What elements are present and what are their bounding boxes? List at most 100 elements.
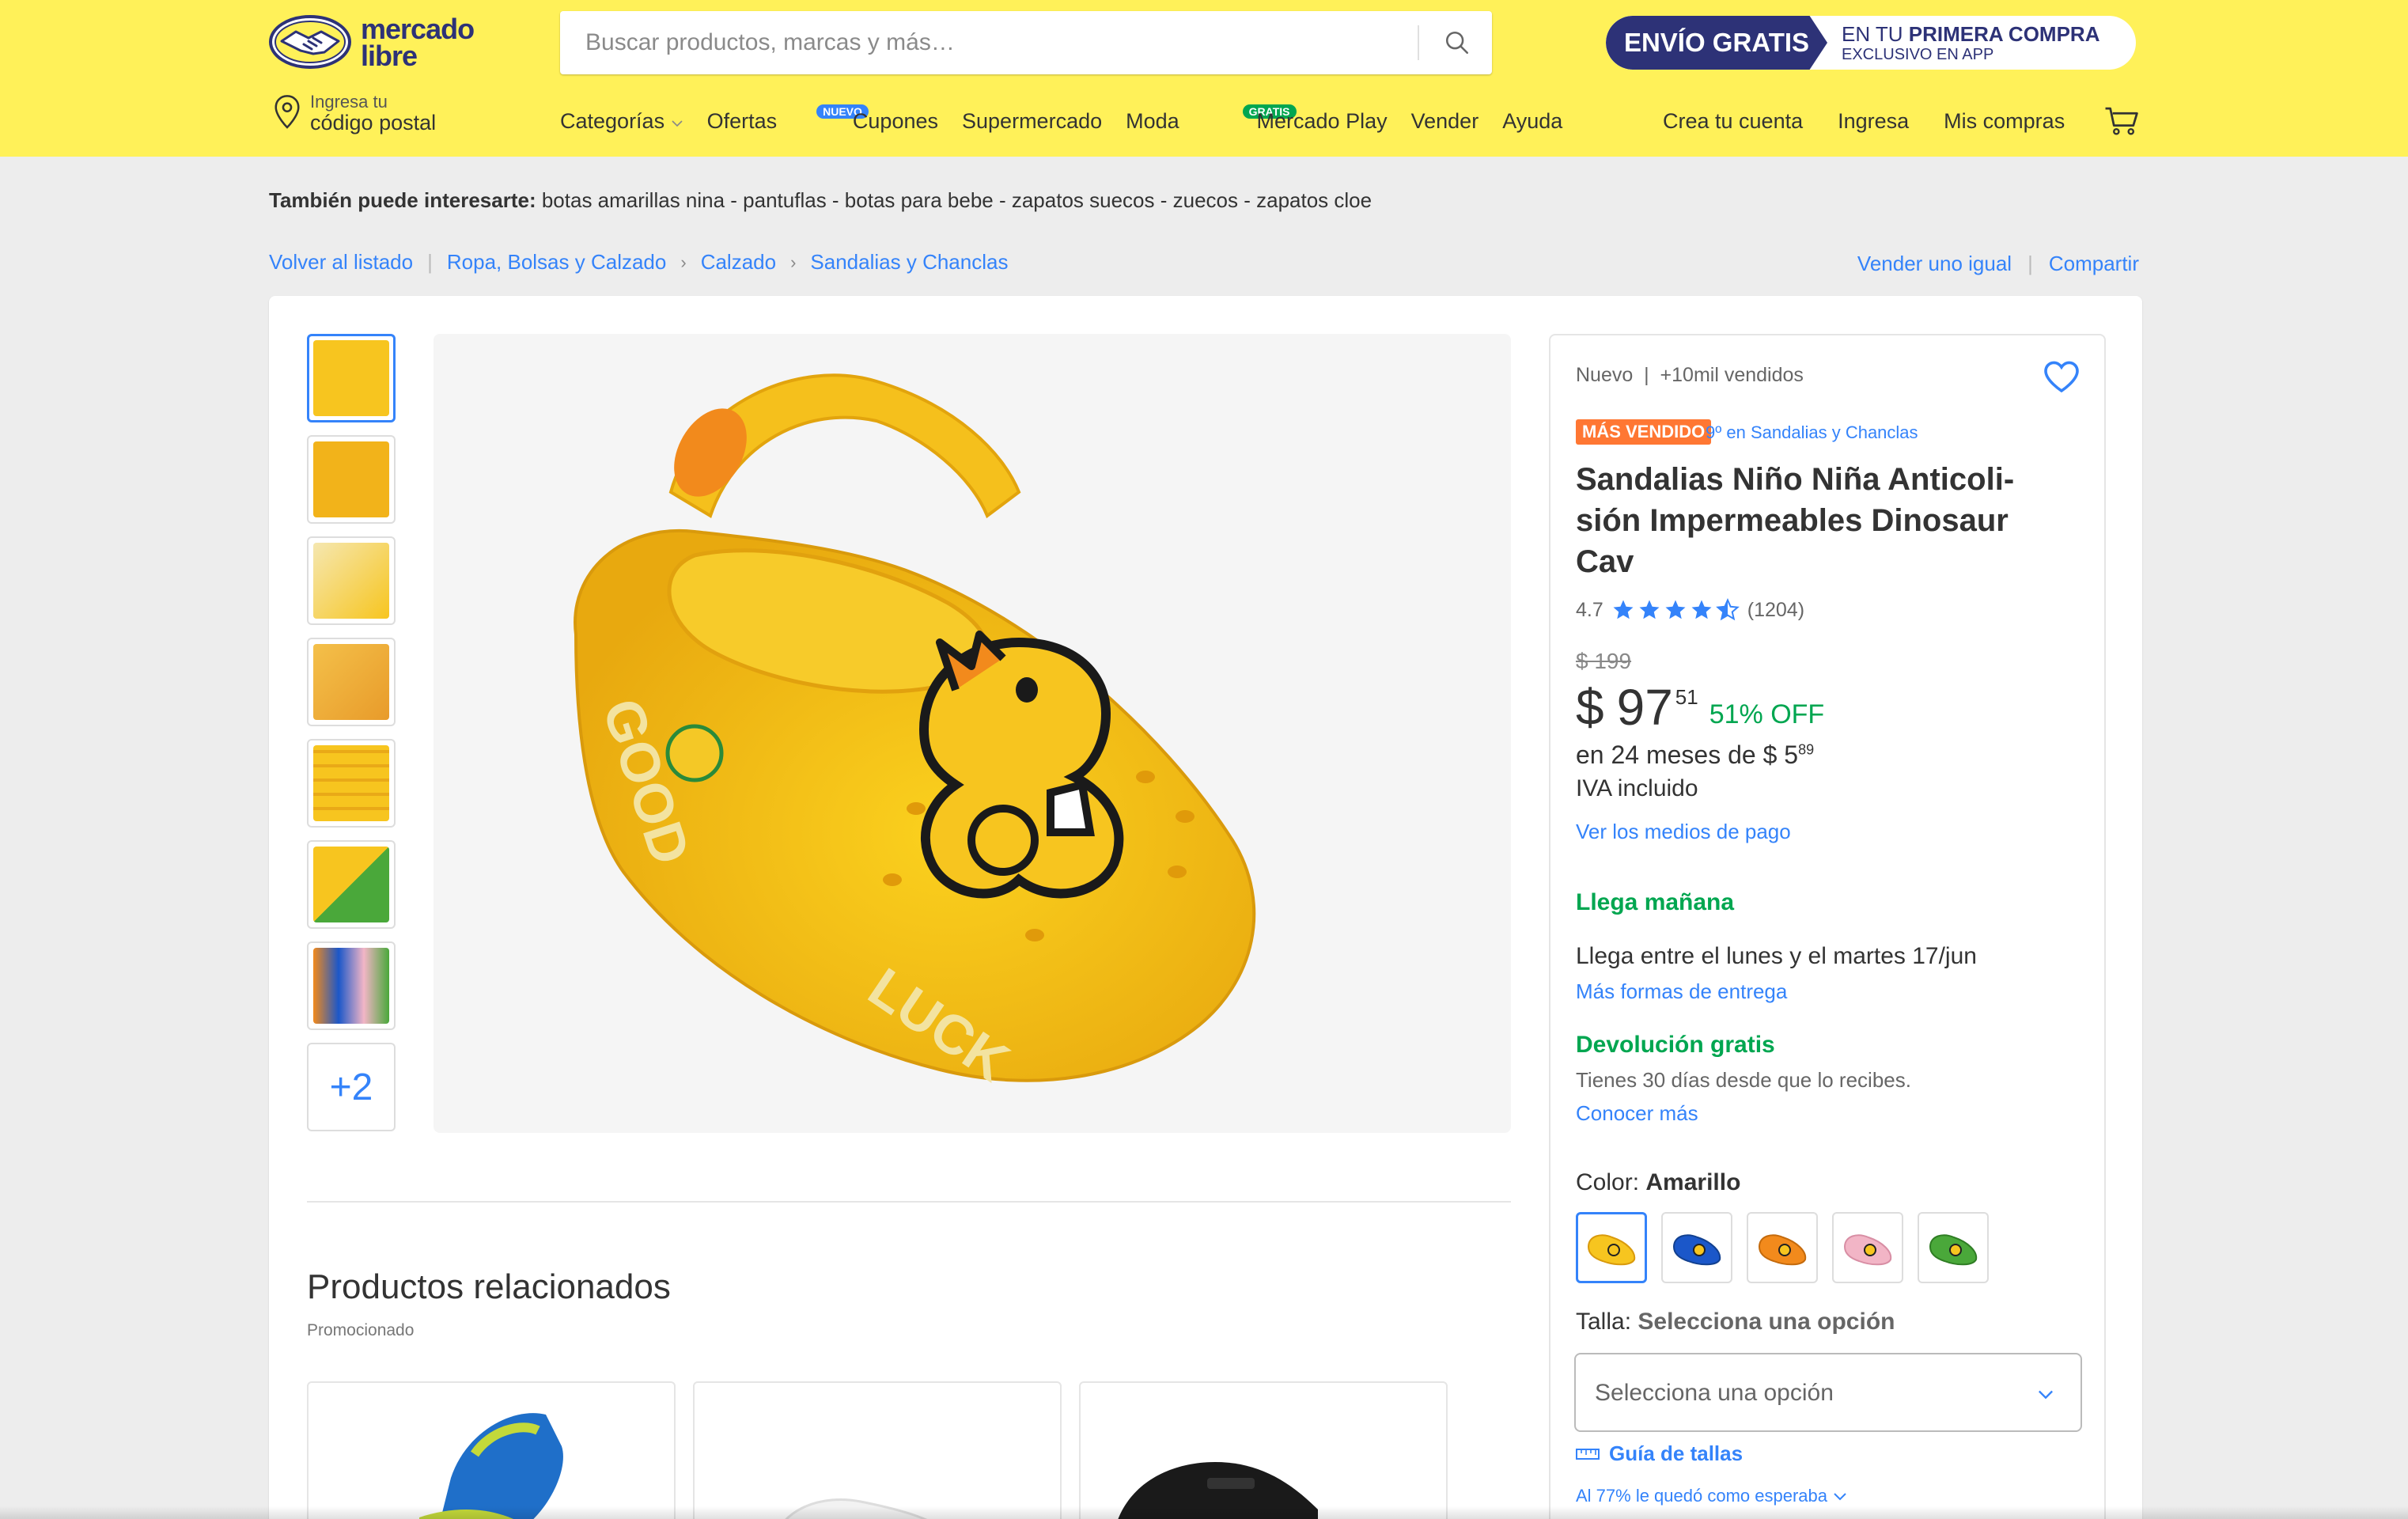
thumbnail[interactable]	[307, 435, 396, 524]
related-product-image	[419, 1413, 563, 1519]
original-price: $ 199	[1576, 649, 1632, 673]
thumbnail[interactable]	[307, 840, 396, 929]
nav-ayuda[interactable]: Ayuda	[1502, 109, 1562, 141]
product-rating[interactable]: 4.7 (1204)	[1576, 598, 1804, 622]
color-swatch-verde[interactable]	[1918, 1212, 1989, 1283]
size-guide-link[interactable]: Guía de tallas	[1576, 1441, 1743, 1466]
thumbnail-image	[313, 948, 389, 1024]
promo-line-1: EN TU PRIMERA COMPRA	[1842, 22, 2100, 46]
location-pin-icon	[274, 95, 300, 129]
mercadolibre-logo[interactable]: mercado libre	[269, 14, 498, 71]
share-link[interactable]: Compartir	[2049, 252, 2139, 276]
thumbnail[interactable]	[307, 638, 396, 726]
color-swatch-rosa[interactable]	[1832, 1212, 1903, 1283]
search-bar	[560, 11, 1492, 74]
breadcrumb-divider: |	[2027, 252, 2033, 275]
nav-moda[interactable]: Moda	[1126, 109, 1179, 141]
price-currency: $	[1576, 679, 1604, 736]
related-searches-items[interactable]: botas amarillas nina - pantuflas - botas…	[542, 188, 1372, 212]
search-input[interactable]	[585, 11, 1408, 74]
color-swatch-azul[interactable]	[1661, 1212, 1732, 1283]
size-label: Talla: Selecciona una opción	[1576, 1309, 1895, 1335]
current-price: $ 97 51 51% OFF	[1576, 677, 1824, 737]
related-searches: También puede interesarte: botas amarill…	[269, 188, 1372, 213]
postal-code-line-1: Ingresa tu	[310, 92, 388, 112]
delivery-text: Llega entre el lunes y el martes 17/jun	[1576, 943, 1977, 969]
chevron-right-icon: ›	[790, 252, 797, 272]
swatch-clog-image	[1929, 1234, 1978, 1266]
more-delivery-options-link[interactable]: Más formas de entrega	[1576, 979, 1787, 1004]
login-link[interactable]: Ingresa	[1838, 109, 1909, 134]
main-product-image[interactable]: GOOD LUCK	[434, 334, 1511, 1133]
rating-stars	[1611, 598, 1740, 622]
nav-cupones[interactable]: NUEVOCupones	[801, 104, 938, 141]
promo-line-2: EXCLUSIVO EN APP	[1842, 46, 1994, 63]
favorite-button[interactable]	[2043, 359, 2080, 398]
discount-label: 51% OFF	[1709, 699, 1825, 729]
search-button[interactable]	[1422, 11, 1492, 74]
thumbnail-list: +2	[307, 334, 396, 1144]
thumbnail[interactable]	[307, 536, 396, 625]
thumbnail-image	[313, 745, 389, 821]
breadcrumb-item[interactable]: Calzado	[701, 250, 776, 275]
ruler-icon	[1576, 1448, 1600, 1460]
payment-methods-link[interactable]: Ver los medios de pago	[1576, 820, 1791, 844]
breadcrumb-item[interactable]: Ropa, Bolsas y Calzado	[447, 250, 666, 275]
create-account-link[interactable]: Crea tu cuenta	[1663, 109, 1803, 134]
size-select[interactable]: Selecciona una opción	[1574, 1353, 2082, 1432]
price-integer: 97	[1616, 679, 1673, 736]
fit-feedback-link[interactable]: Al 77% le quedó como esperaba	[1576, 1486, 1848, 1506]
thumbnail-image	[313, 340, 389, 416]
nav-categorias[interactable]: Categorías	[560, 109, 683, 141]
color-swatch-naranja[interactable]	[1747, 1212, 1818, 1283]
category-rank-link[interactable]: 9º en Sandalias y Chanclas	[1706, 422, 1918, 443]
breadcrumb-actions: Vender uno igual | Compartir	[1857, 252, 2139, 276]
related-product-card[interactable]	[693, 1381, 1062, 1519]
swatch-clog-image	[1587, 1234, 1636, 1266]
nav-ofertas[interactable]: Ofertas	[707, 109, 778, 141]
free-return-text: Tienes 30 días desde que lo recibes.	[1576, 1068, 1911, 1092]
star-half-icon	[1715, 598, 1740, 621]
nav-vender[interactable]: Vender	[1411, 109, 1479, 141]
breadcrumb-item[interactable]: Sandalias y Chanclas	[810, 250, 1008, 275]
best-seller-badge: MÁS VENDIDO	[1576, 419, 1712, 445]
thumbnail-image	[313, 644, 389, 720]
nav-supermercado[interactable]: Supermercado	[962, 109, 1102, 141]
star-full-icon	[1639, 600, 1660, 619]
thumbnail[interactable]	[307, 334, 396, 422]
sell-same-link[interactable]: Vender uno igual	[1857, 252, 2012, 276]
breadcrumb-divider: |	[427, 250, 433, 274]
thumbnail-image	[313, 441, 389, 517]
my-purchases-link[interactable]: Mis compras	[1944, 109, 2065, 134]
main-nav: Categorías Ofertas NUEVOCupones Supermer…	[560, 104, 1562, 141]
star-full-icon	[1665, 600, 1686, 619]
back-to-listing-link[interactable]: Volver al listado	[269, 250, 413, 275]
yellow-clog-image: GOOD LUCK	[574, 373, 1256, 1093]
color-label: Color: Amarillo	[1576, 1169, 1741, 1195]
color-swatch-amarillo[interactable]	[1576, 1212, 1647, 1283]
swatch-clog-image	[1672, 1234, 1721, 1266]
more-images-button[interactable]: +2	[307, 1043, 396, 1131]
postal-code-line-2: código postal	[310, 111, 437, 134]
thumbnail[interactable]	[307, 739, 396, 828]
breadcrumb: Volver al listado | Ropa, Bolsas y Calza…	[269, 250, 1008, 275]
learn-more-link[interactable]: Conocer más	[1576, 1101, 1698, 1126]
handshake-logo-icon	[269, 15, 351, 69]
thumbnail-image	[313, 543, 389, 619]
related-products-subtitle: Promocionado	[307, 1321, 415, 1339]
thumbnail[interactable]	[307, 941, 396, 1030]
swatch-clog-image	[1758, 1234, 1807, 1266]
installments: en 24 meses de $ 589	[1576, 741, 1815, 769]
related-product-image	[785, 1498, 928, 1519]
free-shipping-promo[interactable]: ENVÍO GRATIS EN TU PRIMERA COMPRA EXCLUS…	[1606, 16, 2136, 70]
header: mercadolibre ENVÍO GRATIS EN TU PRIMERA …	[0, 0, 2408, 157]
related-product-card[interactable]	[1079, 1381, 1448, 1519]
review-count: (1204)	[1747, 598, 1805, 621]
nav-mercado-play[interactable]: GRATISMercado Play	[1203, 104, 1388, 141]
viewport-bottom-shadow	[0, 1506, 2408, 1519]
free-return-title: Devolución gratis	[1576, 1032, 1775, 1058]
related-product-card[interactable]	[307, 1381, 676, 1519]
cart-button[interactable]	[2104, 106, 2141, 142]
size-select-value: Selecciona una opción	[1595, 1380, 1834, 1406]
chevron-down-icon	[1834, 1493, 1846, 1501]
